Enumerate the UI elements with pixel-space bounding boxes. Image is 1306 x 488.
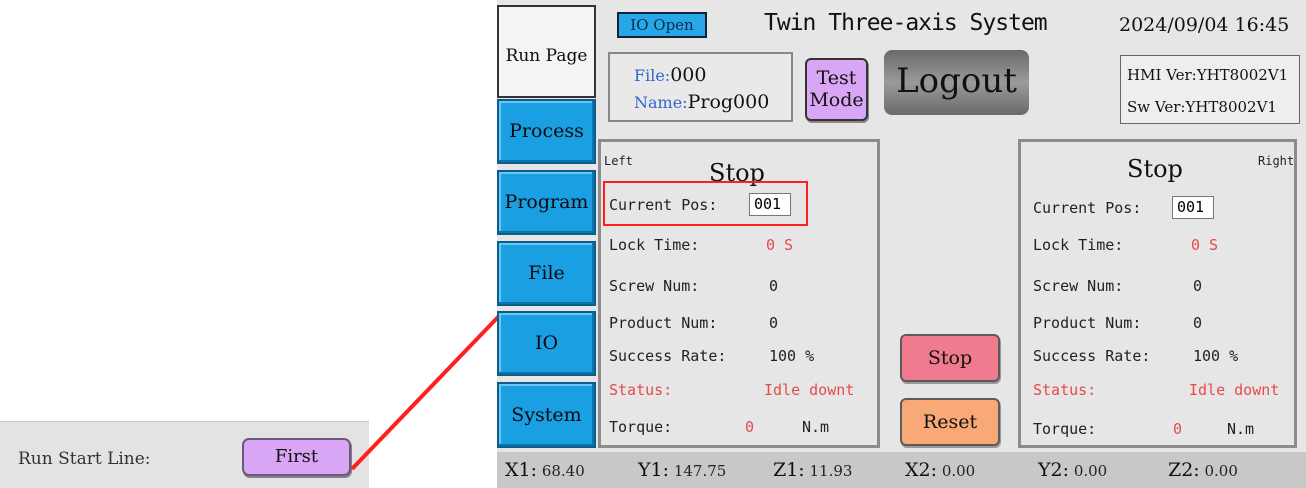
coord-z2-axis: Z2: [1168,459,1200,481]
nav-run-page[interactable]: Run Page [497,5,596,98]
right-status-value: Idle downt [1189,381,1280,399]
right-torque-label: Torque: [1033,420,1097,438]
right-success-rate-label: Success Rate: [1033,347,1151,365]
right-lock-time-value: 0 S [1191,236,1219,254]
right-screw-num-label: Screw Num: [1033,277,1124,295]
nav-io[interactable]: IO [497,311,596,376]
coord-x1-axis: X1: [505,459,538,481]
right-current-pos-label: Current Pos: [1033,199,1142,217]
left-screw-num-value: 0 [769,277,779,295]
right-product-num-value: 0 [1193,314,1203,332]
right-state: Stop [1127,155,1183,183]
coord-y2-value: 0.00 [1073,462,1108,480]
system-title: Twin Three-axis System [764,10,1048,36]
nav-process[interactable]: Process [497,99,596,164]
coord-y2: Y2: 0.00 [1038,459,1107,481]
right-axis-panel: Right Stop Current Pos: 001 Lock Time: 0… [1018,139,1297,448]
right-current-pos-field[interactable]: 001 [1172,196,1214,219]
coord-y1-value: 147.75 [673,462,727,480]
coord-y1: Y1: 147.75 [638,459,726,481]
coord-x2-axis: X2: [905,459,938,481]
coord-z1-value: 11.93 [809,462,853,480]
coord-y1-axis: Y1: [638,459,670,481]
left-torque-value: 0 [745,418,755,436]
left-lock-time-label: Lock Time: [609,236,700,254]
left-success-rate-value: 100 % [769,347,815,365]
left-status-label: Status: [609,381,673,399]
left-success-rate-label: Success Rate: [609,347,727,365]
nav-file[interactable]: File [497,241,596,306]
file-info-box: File:000 Name:Prog000 [608,52,793,122]
left-product-num-label: Product Num: [609,314,718,332]
left-torque-unit: N.m [802,418,830,436]
right-product-num-label: Product Num: [1033,314,1142,332]
nav-program[interactable]: Program [497,170,596,235]
right-status-label: Status: [1033,381,1097,399]
file-key: File: [634,66,671,85]
coord-z1-axis: Z1: [773,459,805,481]
hmi-version: HMI Ver:YHT8002V1 [1127,66,1289,84]
test-mode-button[interactable]: Test Mode [805,58,868,121]
coord-y2-axis: Y2: [1038,459,1070,481]
right-torque-value: 0 [1173,420,1183,438]
logout-button[interactable]: Logout [884,50,1029,115]
coord-z1: Z1: 11.93 [773,459,852,481]
right-panel-side: Right [1258,154,1295,168]
file-value: 000 [670,64,707,86]
io-open-button[interactable]: IO Open [617,12,707,38]
left-product-num-value: 0 [769,314,779,332]
coord-x2: X2: 0.00 [905,459,975,481]
left-screw-num-label: Screw Num: [609,277,700,295]
coord-x1: X1: 68.40 [505,459,585,481]
right-success-rate-value: 100 % [1193,347,1239,365]
name-value: Prog000 [687,91,770,113]
left-status-value: Idle downt [764,381,855,399]
reset-button[interactable]: Reset [900,398,1000,446]
nav-system[interactable]: System [497,382,596,448]
coord-x1-value: 68.40 [541,462,585,480]
right-torque-unit: N.m [1227,420,1255,438]
sw-version: Sw Ver:YHT8002V1 [1127,98,1277,116]
left-lock-time-value: 0 S [766,236,794,254]
datetime: 2024/09/04 16:45 [1119,14,1290,36]
left-panel-side: Left [604,154,633,168]
name-key: Name: [634,93,688,112]
coord-z2: Z2: 0.00 [1168,459,1238,481]
right-screw-num-value: 0 [1193,277,1203,295]
stop-button[interactable]: Stop [900,334,1000,382]
current-pos-highlight [603,181,808,226]
version-box: HMI Ver:YHT8002V1 Sw Ver:YHT8002V1 [1120,55,1300,124]
coord-x2-value: 0.00 [941,462,976,480]
right-lock-time-label: Lock Time: [1033,236,1124,254]
left-torque-label: Torque: [609,418,673,436]
coord-z2-value: 0.00 [1204,462,1238,480]
